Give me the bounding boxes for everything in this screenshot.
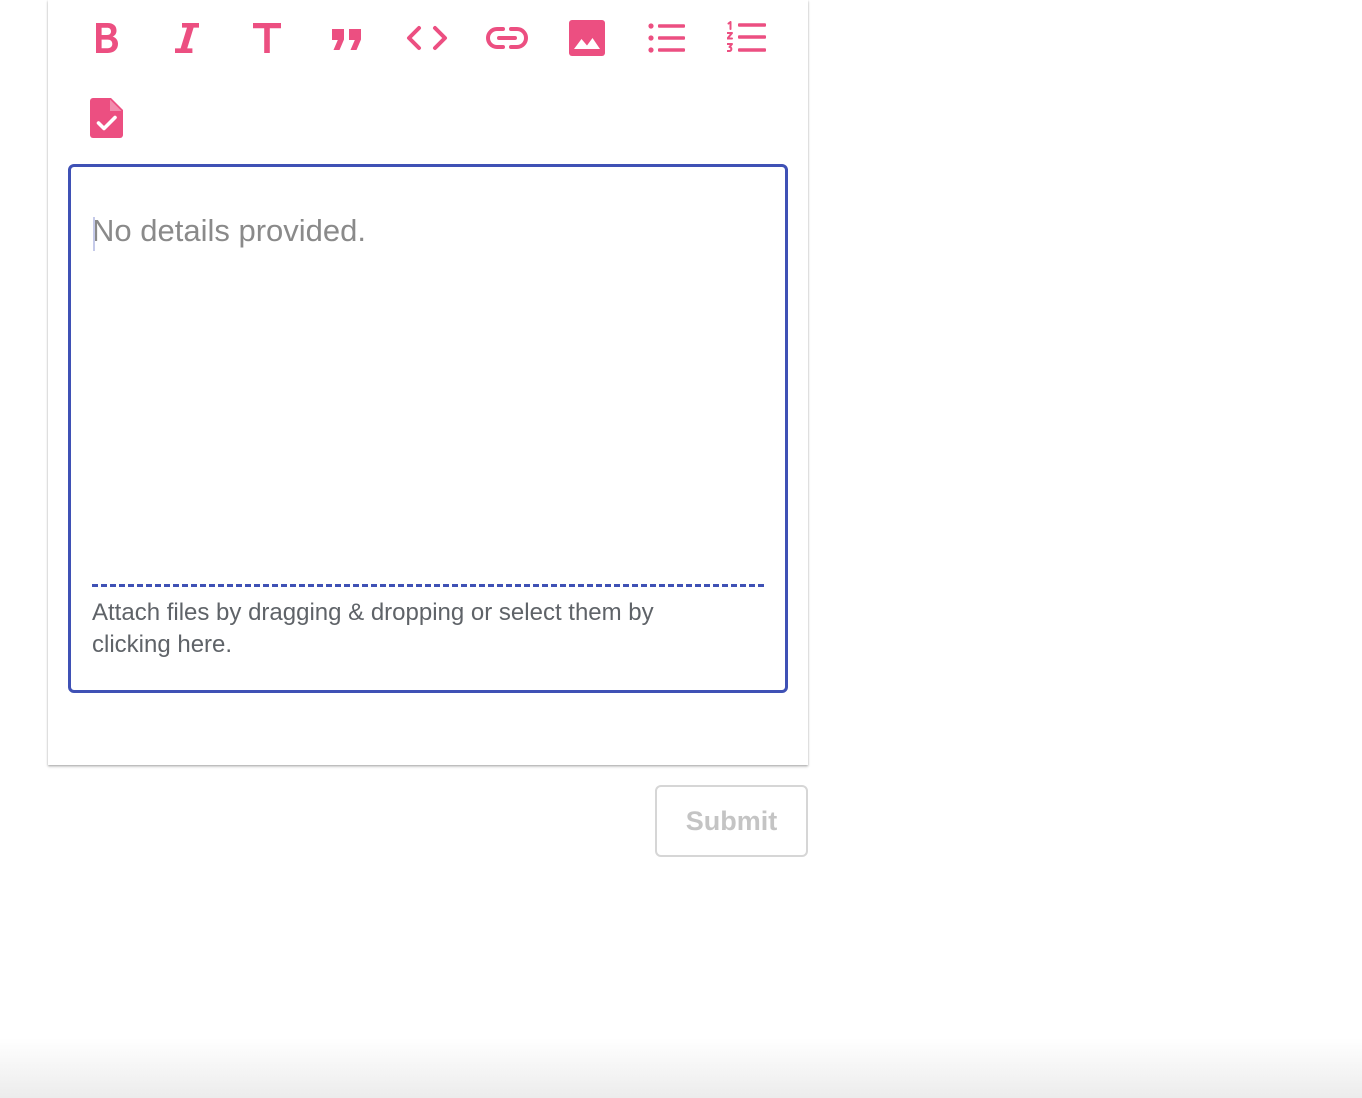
image-button[interactable]: [563, 14, 611, 62]
italic-icon: [175, 23, 199, 53]
file-attach-dropzone[interactable]: Attach files by dragging & dropping or s…: [92, 584, 764, 667]
file-attach-hint: Attach files by dragging & dropping or s…: [92, 599, 654, 658]
italic-button[interactable]: [163, 14, 211, 62]
numbered-list-icon: [727, 21, 766, 52]
task-list-button[interactable]: [83, 94, 131, 142]
bulleted-list-button[interactable]: [643, 14, 691, 62]
image-icon: [569, 20, 605, 56]
bold-icon: [96, 23, 118, 53]
text-cursor: [93, 217, 95, 251]
heading-button[interactable]: [243, 14, 291, 62]
comment-textarea[interactable]: [92, 188, 764, 603]
heading-icon: [253, 23, 281, 53]
quote-icon: [332, 29, 361, 50]
submit-button[interactable]: Submit: [655, 785, 808, 857]
code-icon: [407, 26, 447, 50]
comment-form-card: Attach files by dragging & dropping or s…: [48, 0, 808, 765]
numbered-list-button[interactable]: [723, 14, 771, 62]
link-button[interactable]: [483, 14, 531, 62]
task-list-icon: [90, 98, 123, 138]
quote-button[interactable]: [323, 14, 371, 62]
bulleted-list-icon: [648, 23, 685, 53]
code-button[interactable]: [403, 14, 451, 62]
comment-editor: Attach files by dragging & dropping or s…: [68, 164, 788, 693]
page-bottom-fade: [0, 1038, 1362, 1098]
link-icon: [486, 27, 528, 49]
bold-button[interactable]: [83, 14, 131, 62]
